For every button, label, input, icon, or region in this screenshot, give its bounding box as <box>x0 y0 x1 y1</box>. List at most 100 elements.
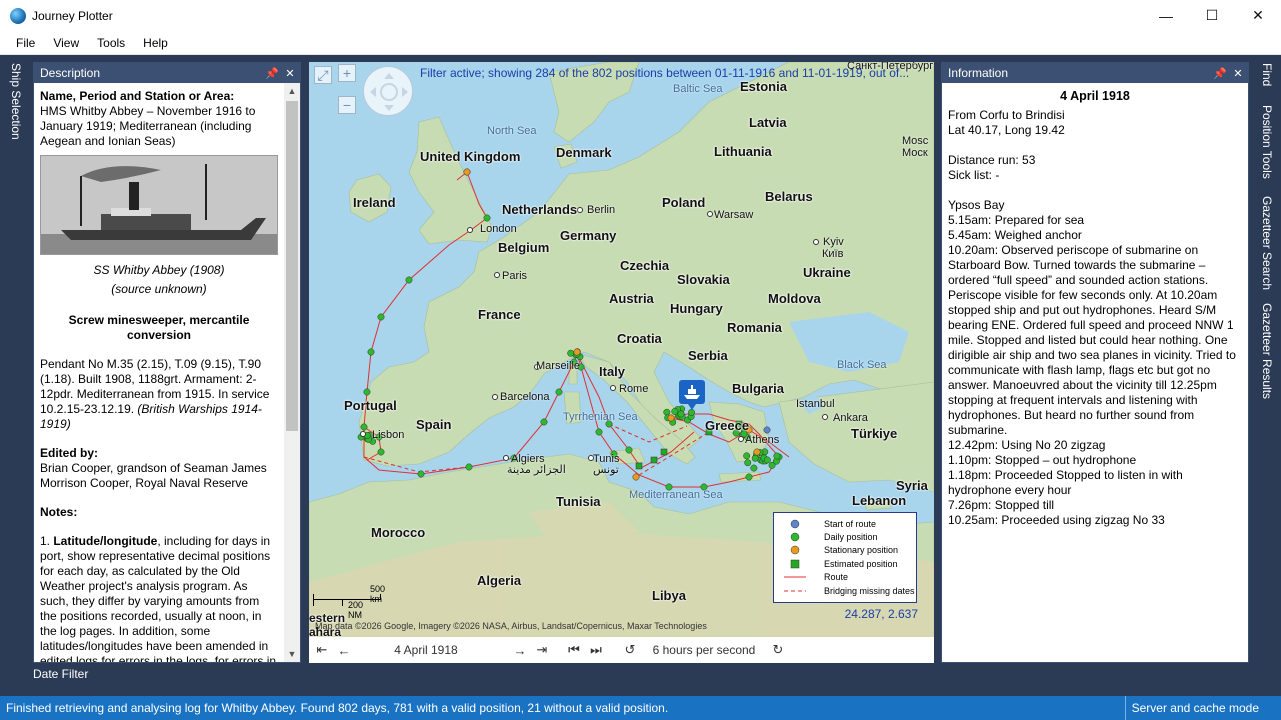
city-dot <box>494 272 500 278</box>
map-label-romania: Romania <box>727 320 782 335</box>
zoom-out-button[interactable]: − <box>338 96 356 114</box>
stationary-position-point <box>573 348 581 356</box>
scale-bar: 500 km 200 NM <box>313 584 385 620</box>
step-back-icon[interactable]: ⏮ <box>563 642 585 658</box>
map-label-france: France <box>478 307 521 322</box>
step-forward-icon[interactable]: ⏭ <box>585 642 607 658</box>
map-label-kyiv: Kyiv <box>823 236 844 248</box>
tab-position-tools[interactable]: Position Tools <box>1260 105 1274 179</box>
globe-icon <box>10 7 26 24</box>
log-entry: 10.20am: Observed periscope of submarine… <box>948 243 1236 437</box>
map-label-belgium: Belgium <box>498 240 550 255</box>
map-view[interactable]: North Sea Baltic Sea Black Sea Tyrrhenian S… <box>309 62 934 637</box>
map-label-denmark: Denmark <box>556 145 612 160</box>
stationary-position-point <box>632 473 640 481</box>
note-1: 1. Latitude/longitude, including for day… <box>40 534 277 662</box>
ship-marker <box>679 380 705 410</box>
log-entry: 7.26pm: Stopped till <box>948 498 1055 512</box>
edited-by-text: Brian Cooper, grandson of Seaman James M… <box>40 461 267 490</box>
maximize-button[interactable]: ☐ <box>1189 0 1235 31</box>
map-label-lebanon: Lebanon <box>852 493 907 508</box>
pan-arrows-icon[interactable] <box>364 67 414 117</box>
scroll-up-icon[interactable]: ▲ <box>284 83 300 99</box>
city-dot <box>467 227 473 233</box>
close-icon[interactable]: ✕ <box>1230 67 1246 80</box>
daily-position-point <box>360 423 368 431</box>
city-dot <box>707 211 713 217</box>
menu-bar: File View Tools Help <box>0 31 1281 55</box>
map-label-germany: Germany <box>560 228 617 243</box>
tab-ship-selection[interactable]: Ship Selection <box>9 63 23 140</box>
fullscreen-icon[interactable]: ⤢ <box>314 66 332 84</box>
menu-view[interactable]: View <box>45 36 87 50</box>
log-sick-list: Sick list: - <box>948 168 1000 182</box>
map-label-moldova: Moldova <box>768 291 821 306</box>
map-label-estonia: Estonia <box>740 79 787 94</box>
city-dot <box>813 239 819 245</box>
legend-route: Route <box>784 572 849 583</box>
minimize-button[interactable]: — <box>1143 0 1189 31</box>
map-label-rome: Rome <box>619 383 649 395</box>
daily-position-point <box>367 348 375 356</box>
scroll-thumb[interactable] <box>286 101 298 431</box>
map-label-czechia: Czechia <box>620 258 670 273</box>
map-label-greece: Greece <box>705 418 750 433</box>
zoom-in-button[interactable]: + <box>338 64 356 82</box>
daily-position-point <box>417 470 425 478</box>
previous-position-icon[interactable]: ← <box>333 643 355 658</box>
menu-tools[interactable]: Tools <box>89 36 133 50</box>
scroll-down-icon[interactable]: ▼ <box>284 646 300 662</box>
description-scrollbar[interactable]: ▲ ▼ <box>284 83 300 662</box>
pan-control-wheel[interactable] <box>363 66 413 116</box>
log-entry: 10.25am: Proceeded using zigzag No 33 <box>948 513 1165 527</box>
city-dot <box>577 207 583 213</box>
city-dot <box>822 414 828 420</box>
daily-position-point <box>540 418 548 426</box>
first-position-icon[interactable]: ⇤ <box>311 642 333 658</box>
log-entry: 1.10pm: Stopped – out hydrophone <box>948 453 1137 467</box>
scale-km: 500 km <box>370 584 386 604</box>
city-dot <box>738 436 744 442</box>
map-label-hungary: Hungary <box>670 301 723 316</box>
map-label-baltic_sea: Baltic Sea <box>673 83 723 95</box>
daily-position-point <box>405 276 413 284</box>
slower-icon[interactable]: ↺ <box>619 642 641 658</box>
information-title: Information <box>948 66 1009 80</box>
status-message: Finished retrieving and analysing log fo… <box>6 701 669 715</box>
daily-position-point <box>377 448 385 456</box>
description-header: Description 📌 ✕ <box>34 63 300 83</box>
tab-gazetteer-search[interactable]: Gazetteer Search <box>1260 196 1274 290</box>
playback-toolbar: ⇤ ← 4 April 1918 → ⇥ ⏮ ⏭ ↺ 6 hours per s… <box>309 637 934 663</box>
daily-position-point <box>677 410 685 418</box>
map-label-lisbon: Lisbon <box>372 429 405 441</box>
pin-icon[interactable]: 📌 <box>1212 67 1228 80</box>
next-position-icon[interactable]: → <box>509 643 531 658</box>
tab-date-filter[interactable]: Date Filter <box>33 667 88 681</box>
map-label-med_sea: Mediterranean Sea <box>629 489 723 501</box>
ship-period-text: HMS Whitby Abbey – November 1916 to Janu… <box>40 104 256 148</box>
daily-position-point <box>744 459 752 467</box>
daily-position-point <box>567 349 575 357</box>
pin-icon[interactable]: 📌 <box>264 67 280 80</box>
log-entry: 5.45am: Weighed anchor <box>948 228 1082 242</box>
daily-position-point <box>663 408 671 416</box>
tab-gazetteer-results[interactable]: Gazetteer Results <box>1260 303 1274 399</box>
daily-position-point <box>763 456 771 464</box>
map-label-netherlands: Netherlands <box>502 202 578 217</box>
close-icon[interactable]: ✕ <box>282 67 298 80</box>
menu-file[interactable]: File <box>8 36 43 50</box>
tab-find[interactable]: Find <box>1260 63 1274 86</box>
city-dot <box>492 394 498 400</box>
menu-help[interactable]: Help <box>135 36 176 50</box>
pendant-text: Pendant No M.35 (2.15), T.09 (9.15), T.9… <box>40 357 270 431</box>
map-label-lithuania: Lithuania <box>714 144 772 159</box>
left-tab-strip: Ship Selection <box>0 55 31 667</box>
faster-icon[interactable]: ↻ <box>767 642 789 658</box>
estimated-position-point <box>635 462 643 470</box>
close-button[interactable]: ✕ <box>1235 0 1281 31</box>
map-label-turkiye: Türkiye <box>851 426 898 441</box>
daily-position-point <box>595 428 603 436</box>
last-position-icon[interactable]: ⇥ <box>531 642 553 658</box>
map-label-tunisia: Tunisia <box>556 494 601 509</box>
title-bar: Journey Plotter — ☐ ✕ <box>0 0 1281 31</box>
